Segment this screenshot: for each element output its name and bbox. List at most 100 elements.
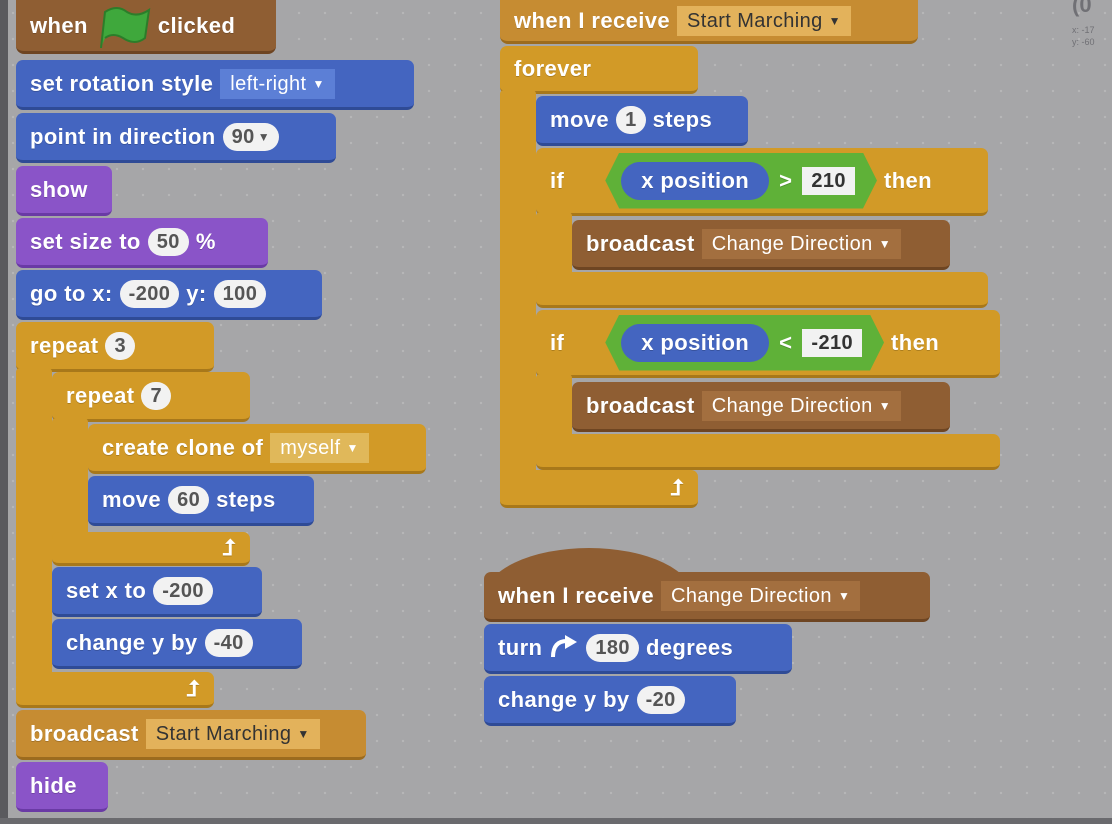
block-label: broadcast: [30, 720, 139, 746]
block-label: show: [30, 176, 88, 202]
change-y-block[interactable]: change y by -40: [52, 619, 302, 669]
dropdown-value: Start Marching: [687, 9, 823, 32]
block-label: move: [550, 106, 610, 132]
when-flag-clicked-hat[interactable]: when clicked: [16, 0, 276, 54]
steps-input[interactable]: 60: [168, 485, 210, 514]
if-label: if: [550, 167, 565, 193]
loop-arrow-icon: ⮥: [670, 474, 684, 500]
if-block-2[interactable]: if x position < -210 then: [536, 310, 1000, 378]
dropdown-value: Change Direction: [711, 232, 873, 255]
block-label: set size to: [30, 228, 141, 254]
message-dropdown[interactable]: Change Direction ▼: [701, 228, 901, 259]
x-input[interactable]: -200: [119, 279, 180, 308]
unit-label: degrees: [645, 634, 734, 660]
operator-symbol: <: [779, 329, 793, 355]
show-block[interactable]: show: [16, 166, 112, 216]
y-input[interactable]: 100: [213, 279, 267, 308]
repeat-count-input[interactable]: 3: [105, 331, 135, 360]
message-dropdown[interactable]: Start Marching ▼: [677, 5, 851, 36]
change-y-block[interactable]: change y by -20: [484, 676, 736, 726]
operator-symbol: >: [779, 167, 793, 193]
broadcast-block[interactable]: broadcast Change Direction ▼: [572, 220, 950, 270]
move-steps-block[interactable]: move 60 steps: [88, 476, 314, 526]
direction-input[interactable]: 90 ▼: [222, 122, 279, 151]
block-label: hide: [30, 772, 77, 798]
block-label: set rotation style: [30, 70, 214, 96]
repeat-outer-footer: ⮥: [16, 672, 214, 708]
then-label: then: [883, 167, 933, 193]
size-input[interactable]: 50: [147, 227, 189, 256]
message-dropdown[interactable]: Start Marching ▼: [145, 718, 320, 749]
if-label: if: [550, 329, 565, 355]
message-dropdown[interactable]: Change Direction ▼: [661, 580, 861, 611]
block-label: broadcast: [586, 392, 695, 418]
unit-label: steps: [216, 486, 276, 512]
block-label: repeat: [30, 332, 99, 358]
if-2-footer: [536, 434, 1000, 470]
hide-block[interactable]: hide: [16, 762, 108, 812]
dropdown-value: Change Direction: [671, 584, 832, 607]
repeat-outer-arm: [16, 368, 52, 680]
degrees-input[interactable]: 180: [586, 633, 639, 662]
x-position-reporter[interactable]: x position: [621, 162, 769, 200]
loop-arrow-icon: ⮥: [222, 534, 236, 560]
caret-down-icon: ▼: [878, 398, 891, 413]
if-block-1[interactable]: if x position > 210 then: [536, 148, 988, 216]
set-rotation-style-block[interactable]: set rotation style left-right ▼: [16, 60, 414, 110]
input-value: 90: [231, 125, 255, 148]
block-label: move: [102, 486, 162, 512]
broadcast-block[interactable]: broadcast Start Marching ▼: [16, 710, 366, 760]
caret-down-icon: ▼: [828, 13, 841, 28]
point-in-direction-block[interactable]: point in direction 90 ▼: [16, 113, 336, 163]
set-size-block[interactable]: set size to 50 %: [16, 218, 268, 268]
corner-glyph: (0: [1072, 0, 1092, 17]
broadcast-block[interactable]: broadcast Change Direction ▼: [572, 382, 950, 432]
greater-than-operator[interactable]: x position > 210: [605, 153, 877, 209]
create-clone-block[interactable]: create clone of myself ▼: [88, 424, 426, 474]
forever-footer: ⮥: [500, 470, 698, 508]
repeat-outer-block[interactable]: repeat 3: [16, 322, 214, 372]
message-dropdown[interactable]: Change Direction ▼: [701, 390, 901, 421]
if-1-footer: [536, 272, 988, 308]
block-label: change y by: [498, 686, 630, 712]
hat-when-label: when: [30, 12, 88, 38]
loop-arrow-icon: ⮥: [186, 675, 200, 701]
rotation-style-dropdown[interactable]: left-right ▼: [220, 68, 335, 99]
go-to-xy-block[interactable]: go to x: -200 y: 100: [16, 270, 322, 320]
caret-down-icon: ▼: [297, 726, 310, 741]
when-i-receive-change-direction-hat[interactable]: when I receive Change Direction ▼: [484, 572, 930, 622]
repeat-inner-block[interactable]: repeat 7: [52, 372, 250, 422]
compare-value-input[interactable]: 210: [802, 167, 855, 195]
block-label: broadcast: [586, 230, 695, 256]
forever-arm: [500, 90, 536, 480]
rotate-clockwise-icon: [551, 634, 578, 657]
unit-label: steps: [652, 106, 713, 132]
block-label: when I receive: [498, 582, 655, 608]
block-label: set x to: [66, 577, 147, 603]
dropdown-value: left-right: [230, 72, 307, 95]
x-input[interactable]: -200: [153, 576, 213, 605]
scripts-area[interactable]: (0 x: -17 y: -60 when clicked set rotati…: [0, 0, 1112, 824]
less-than-operator[interactable]: x position < -210: [605, 315, 884, 371]
when-i-receive-start-marching-hat[interactable]: when I receive Start Marching ▼: [500, 0, 918, 44]
compare-value-input[interactable]: -210: [802, 329, 862, 357]
set-x-block[interactable]: set x to -200: [52, 567, 262, 617]
block-label: change y by: [66, 629, 198, 655]
forever-block[interactable]: forever: [500, 46, 698, 94]
y-change-input[interactable]: -20: [636, 685, 685, 714]
steps-input[interactable]: 1: [616, 105, 646, 134]
caret-down-icon: ▼: [878, 236, 891, 251]
y-change-input[interactable]: -40: [204, 628, 253, 657]
green-flag-icon: [99, 6, 151, 48]
clone-target-dropdown[interactable]: myself ▼: [270, 432, 369, 463]
dropdown-value: myself: [280, 436, 341, 459]
panel-border-bottom: [0, 818, 1112, 824]
repeat-count-input[interactable]: 7: [141, 381, 171, 410]
block-label: go to x:: [30, 280, 113, 306]
move-steps-block[interactable]: move 1 steps: [536, 96, 748, 146]
turn-degrees-block[interactable]: turn 180 degrees: [484, 624, 792, 674]
block-label: forever: [514, 55, 592, 81]
y-label: y:: [186, 280, 207, 306]
mouse-y-readout: y: -60: [1072, 37, 1095, 47]
x-position-reporter[interactable]: x position: [621, 324, 769, 362]
